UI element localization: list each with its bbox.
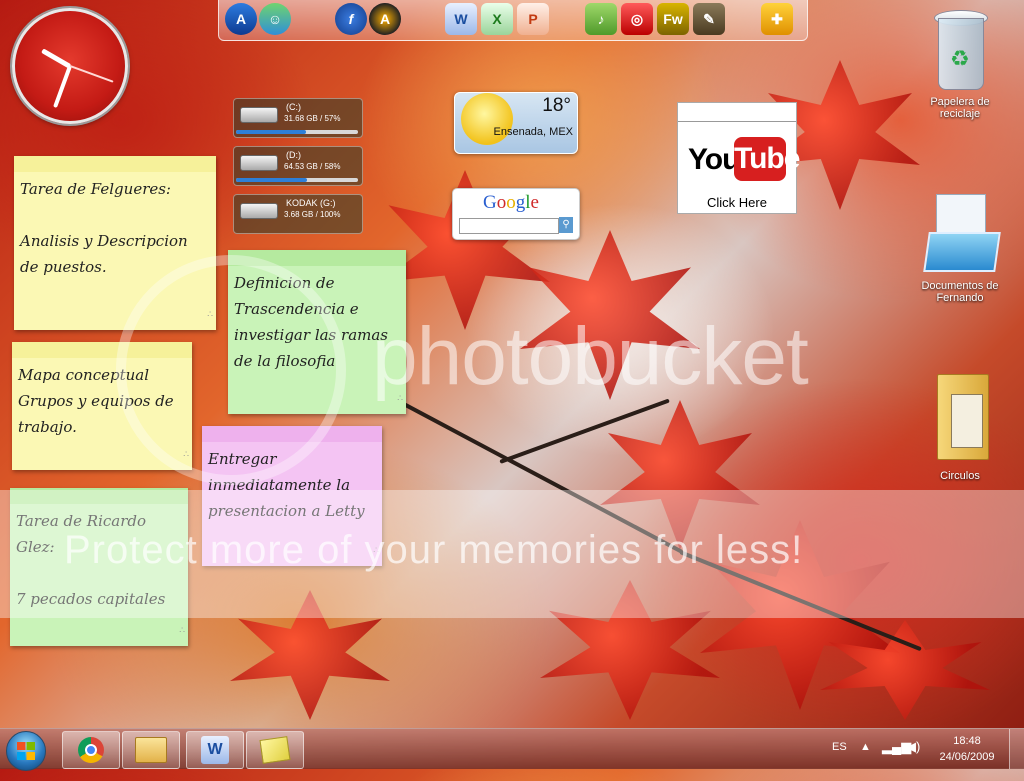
drive-name: (D:) bbox=[286, 150, 301, 160]
clock-gadget[interactable] bbox=[12, 8, 128, 124]
word-icon[interactable]: W bbox=[445, 3, 477, 35]
resize-grip-icon[interactable]: ∴ bbox=[179, 618, 185, 644]
drive-usage-bar bbox=[236, 130, 358, 134]
drive-icon bbox=[240, 203, 278, 219]
drive-icon bbox=[240, 107, 278, 123]
taskbar-explorer-button[interactable] bbox=[122, 731, 180, 769]
search-icon[interactable]: ⚲ bbox=[559, 217, 573, 233]
excel-icon[interactable]: X bbox=[481, 3, 513, 35]
google-logo: Google bbox=[483, 192, 539, 213]
taskbar-clock[interactable]: 18:48 24/06/2009 bbox=[932, 733, 1002, 765]
aim-icon[interactable]: A bbox=[225, 3, 257, 35]
firefox-icon[interactable]: f bbox=[335, 3, 367, 35]
fireworks-icon[interactable]: Fw bbox=[657, 3, 689, 35]
volume-icon[interactable]: ◀) bbox=[906, 739, 920, 779]
drive-gadget-g[interactable]: KODAK (G:) 3.68 GB / 100% bbox=[233, 194, 363, 234]
youtube-logo-you: You bbox=[688, 143, 740, 176]
dreamweaver-icon[interactable]: ♪ bbox=[585, 3, 617, 35]
drive-icon bbox=[240, 155, 278, 171]
taskbar-word-button[interactable]: W bbox=[186, 731, 244, 769]
weather-temperature: 18° bbox=[542, 95, 571, 116]
desktop-icon-label: Papelera de reciclaje bbox=[930, 96, 990, 120]
youtube-header-bar bbox=[678, 103, 796, 122]
drive-name: KODAK (G:) bbox=[286, 198, 336, 208]
sticky-notes-icon bbox=[259, 736, 291, 764]
launch-dock: A ☺ f A W X P ♪ ◎ Fw ✎ ✚ bbox=[218, 0, 808, 41]
drive-info: 3.68 GB / 100% bbox=[284, 210, 341, 219]
desktop-icon-label: Circulos bbox=[940, 470, 980, 482]
drive-gadget-c[interactable]: (C:) 31.68 GB / 57% bbox=[233, 98, 363, 138]
sticky-note-header[interactable] bbox=[14, 156, 216, 172]
messenger-icon[interactable]: ☺ bbox=[259, 3, 291, 35]
youtube-gadget[interactable]: You Tube Click Here bbox=[677, 102, 800, 214]
drive-info: 31.68 GB / 57% bbox=[284, 114, 341, 123]
puzzle-icon[interactable]: ✚ bbox=[761, 3, 793, 35]
documents-folder-icon bbox=[918, 192, 1002, 276]
powerpoint-icon[interactable]: P bbox=[517, 3, 549, 35]
weather-gadget[interactable]: 18° Ensenada, MEX bbox=[454, 92, 578, 154]
show-hidden-icons-icon[interactable]: ▲ bbox=[860, 741, 871, 781]
word-icon: W bbox=[201, 736, 229, 764]
sticky-note-text[interactable]: Tarea de Felgueres: Analisis y Descripci… bbox=[20, 176, 210, 280]
youtube-click-here[interactable]: Click Here bbox=[678, 195, 796, 210]
windows-logo-icon bbox=[17, 742, 35, 760]
taskbar-time: 18:48 bbox=[953, 735, 981, 747]
drive-usage-bar bbox=[236, 178, 358, 182]
show-desktop-button[interactable] bbox=[1009, 729, 1024, 769]
aimp-icon[interactable]: A bbox=[369, 3, 401, 35]
chrome-icon bbox=[78, 737, 104, 763]
google-search-gadget: Google ⚲ bbox=[452, 188, 580, 240]
drive-info: 64.53 GB / 58% bbox=[284, 162, 341, 171]
watermark-ring bbox=[116, 255, 346, 485]
folder-icon bbox=[927, 372, 993, 466]
drive-name: (C:) bbox=[286, 102, 301, 112]
taskbar: W ES ▲ ▂▄▆ ◀) 18:48 24/06/2009 bbox=[0, 728, 1024, 771]
weather-city: Ensenada, MEX bbox=[493, 126, 574, 138]
desktop-icon-recycle-bin[interactable]: ♻ Papelera de reciclaje bbox=[910, 6, 1010, 120]
taskbar-date: 24/06/2009 bbox=[939, 751, 995, 763]
explorer-folder-icon bbox=[135, 737, 167, 763]
watermark-tagline: Protect more of your memories for less! bbox=[64, 528, 804, 572]
start-button[interactable] bbox=[6, 731, 46, 771]
picture-icon[interactable]: ◎ bbox=[621, 3, 653, 35]
youtube-logo-tube: Tube bbox=[734, 137, 800, 181]
taskbar-chrome-button[interactable] bbox=[62, 731, 120, 769]
gimp-icon[interactable]: ✎ bbox=[693, 3, 725, 35]
desktop-icon-documents[interactable]: Documentos de Fernando bbox=[910, 192, 1010, 304]
language-indicator[interactable]: ES bbox=[832, 741, 847, 781]
desktop-icon-circulos[interactable]: Circulos bbox=[910, 372, 1010, 482]
drive-usage-fill bbox=[236, 130, 306, 134]
google-search-input[interactable] bbox=[459, 218, 559, 234]
second-hand bbox=[69, 65, 114, 83]
taskbar-sticky-notes-button[interactable] bbox=[246, 731, 304, 769]
minute-hand bbox=[53, 65, 72, 109]
recycle-bin-icon: ♻ bbox=[930, 6, 990, 92]
drive-usage-fill bbox=[236, 178, 307, 182]
desktop-icon-label: Documentos de Fernando bbox=[921, 280, 999, 304]
drive-gadget-d[interactable]: (D:) 64.53 GB / 58% bbox=[233, 146, 363, 186]
watermark-logo: photobucket bbox=[372, 311, 809, 402]
